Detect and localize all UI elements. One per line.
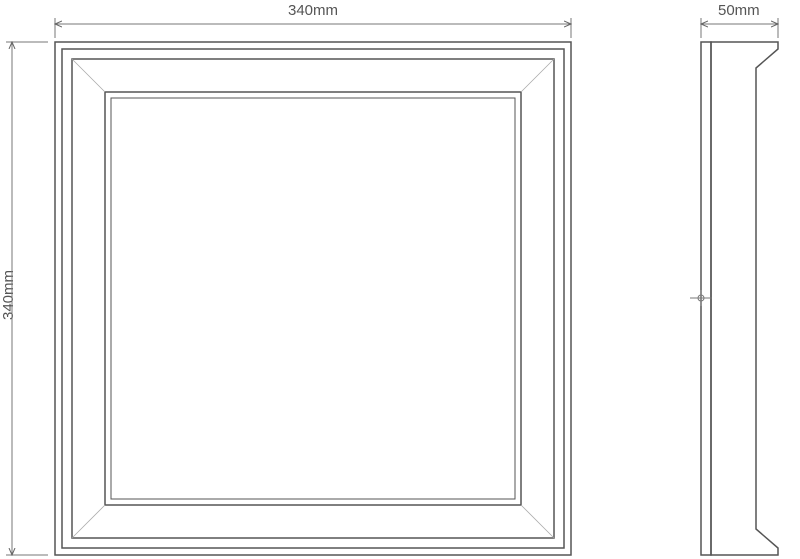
drawing-svg (0, 0, 800, 559)
side-view (701, 42, 778, 555)
technical-drawing: 340mm 340mm 50mm (0, 0, 800, 559)
depth-dimension (701, 18, 778, 38)
width-dimension (55, 18, 571, 38)
front-view (55, 42, 571, 555)
height-dimension (6, 42, 48, 555)
center-mark (690, 290, 712, 306)
